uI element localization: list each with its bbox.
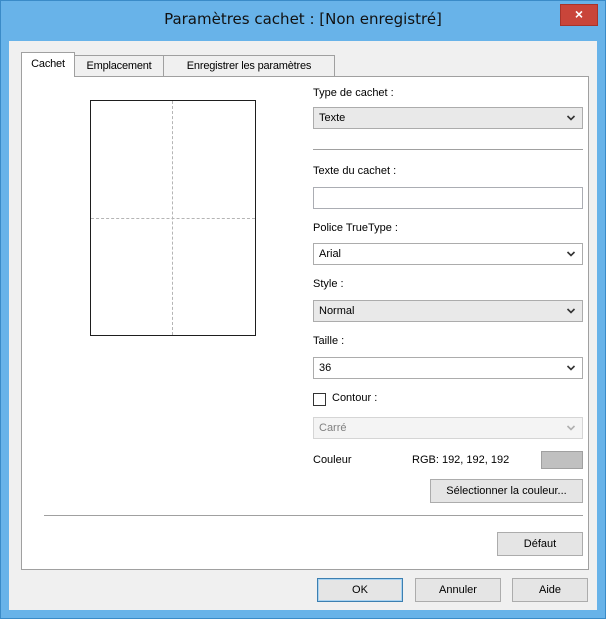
close-icon: ×	[574, 6, 584, 22]
color-label: Couleur	[313, 454, 352, 466]
dialog-body: Cachet Emplacement Enregistrer les param…	[9, 41, 597, 610]
font-value: Arial	[319, 248, 342, 260]
tab-enregistrer-parametres[interactable]: Enregistrer les paramètres	[163, 55, 335, 76]
tab-cachet[interactable]: Cachet	[21, 52, 75, 77]
stamp-preview	[90, 100, 256, 336]
dialog-title: Paramètres cachet : [Non enregistré]	[164, 10, 442, 28]
outline-value: Carré	[319, 422, 347, 434]
style-value: Normal	[319, 305, 355, 317]
separator-line	[313, 149, 583, 151]
outline-checkbox[interactable]	[313, 393, 326, 406]
tab-label: Cachet	[31, 58, 65, 70]
size-value: 36	[319, 362, 332, 374]
chevron-down-icon	[566, 308, 576, 314]
cancel-button[interactable]: Annuler	[415, 578, 501, 602]
stamp-text-input[interactable]	[313, 187, 583, 209]
ok-button[interactable]: OK	[317, 578, 403, 602]
outline-label: Contour :	[332, 392, 378, 404]
tab-label: Emplacement	[86, 60, 152, 72]
title-bar[interactable]: Paramètres cachet : [Non enregistré] ×	[1, 1, 605, 39]
ok-button-label: OK	[352, 584, 368, 596]
preview-horizontal-guide	[91, 218, 255, 219]
size-select[interactable]: 36	[313, 357, 583, 379]
chevron-down-icon	[566, 115, 576, 121]
style-select[interactable]: Normal	[313, 300, 583, 322]
stamp-text-label: Texte du cachet :	[313, 165, 397, 177]
stamp-type-label: Type de cachet :	[313, 87, 394, 99]
select-color-button[interactable]: Sélectionner la couleur...	[430, 479, 583, 503]
tab-label: Enregistrer les paramètres	[186, 60, 312, 72]
chevron-down-icon	[566, 365, 576, 371]
stamp-settings-dialog: Paramètres cachet : [Non enregistré] × C…	[0, 0, 606, 619]
chevron-down-icon	[566, 425, 576, 431]
select-color-button-label: Sélectionner la couleur...	[446, 485, 567, 497]
tab-emplacement[interactable]: Emplacement	[73, 55, 165, 76]
chevron-down-icon	[566, 251, 576, 257]
color-swatch	[541, 451, 583, 469]
close-button[interactable]: ×	[560, 4, 598, 26]
font-label: Police TrueType :	[313, 222, 398, 234]
size-label: Taille :	[313, 335, 345, 347]
color-rgb-value: RGB: 192, 192, 192	[412, 454, 510, 466]
stamp-type-value: Texte	[319, 112, 346, 124]
separator-line	[44, 515, 583, 517]
outline-select[interactable]: Carré	[313, 417, 583, 439]
default-button-label: Défaut	[523, 538, 557, 550]
default-button[interactable]: Défaut	[497, 532, 583, 556]
font-select[interactable]: Arial	[313, 243, 583, 265]
help-button[interactable]: Aide	[512, 578, 588, 602]
tab-panel-cachet: Type de cachet : Texte Texte du cachet :…	[21, 76, 589, 570]
style-label: Style :	[313, 278, 344, 290]
help-button-label: Aide	[538, 584, 562, 596]
stamp-type-select[interactable]: Texte	[313, 107, 583, 129]
cancel-button-label: Annuler	[439, 584, 477, 596]
